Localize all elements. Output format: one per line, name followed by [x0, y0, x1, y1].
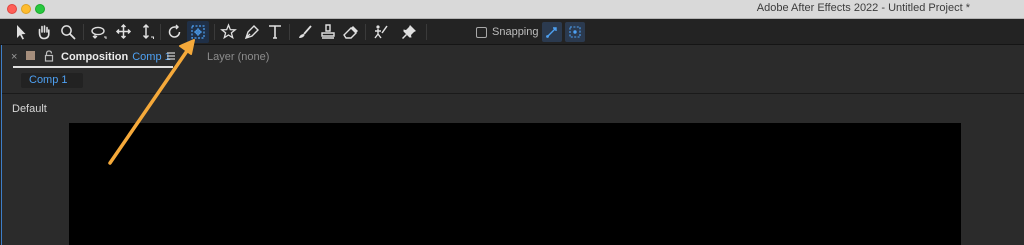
lock-icon[interactable]: [44, 50, 54, 62]
view-label: Default: [12, 103, 47, 115]
brush-tool[interactable]: [294, 21, 316, 43]
type-tool[interactable]: [264, 21, 286, 43]
comp-color-swatch: [26, 51, 35, 60]
clone-stamp-tool[interactable]: [317, 21, 339, 43]
toolbar-separator: [426, 24, 427, 40]
toolbar-separator: [83, 24, 84, 40]
zoom-tool[interactable]: [57, 21, 79, 43]
stamp-icon: [321, 24, 335, 39]
snapping-label: Snapping: [492, 26, 539, 38]
close-tab-icon[interactable]: ×: [11, 51, 17, 63]
orbit-camera-tool[interactable]: [88, 21, 110, 43]
pan-behind-tool[interactable]: [187, 21, 209, 43]
active-tab-indicator: [13, 66, 173, 68]
snap-features-button[interactable]: [565, 22, 585, 42]
comp-breadcrumb[interactable]: Comp 1: [21, 73, 83, 88]
window-title: Adobe After Effects 2022 - Untitled Proj…: [756, 2, 970, 14]
pen-tool[interactable]: [241, 21, 263, 43]
layer-tab[interactable]: Layer (none): [207, 51, 269, 63]
dolly-icon: [142, 23, 154, 40]
roto-icon: [374, 25, 388, 39]
brush-icon: [299, 25, 312, 38]
dolly-camera-tool[interactable]: [136, 21, 158, 43]
hand-tool[interactable]: [33, 21, 55, 43]
magnifier-icon: [61, 25, 76, 40]
composition-tab[interactable]: Composition Comp 1: [61, 51, 171, 63]
snapping-checkbox[interactable]: [476, 26, 487, 38]
snap-edges-button[interactable]: [542, 22, 562, 42]
toolbar-separator: [365, 24, 366, 40]
move-icon: [115, 23, 132, 40]
selection-tool[interactable]: [10, 21, 32, 43]
composition-tab-label: Composition: [61, 51, 129, 63]
composition-tab-comp-name: Comp 1: [132, 51, 171, 63]
hand-icon: [38, 25, 50, 40]
composition-navigator: Comp 1: [2, 69, 1024, 94]
text-icon: [269, 25, 281, 39]
rotation-tool[interactable]: [164, 21, 186, 43]
rotate-icon: [168, 24, 181, 38]
anchor-point-icon: [191, 25, 205, 39]
pan-camera-tool[interactable]: [113, 21, 135, 43]
puppet-pin-tool[interactable]: [398, 21, 420, 43]
toolbar-separator: [160, 24, 161, 40]
orbit-icon: [91, 26, 107, 39]
pen-icon: [244, 25, 259, 40]
window-titlebar: Adobe After Effects 2022 - Untitled Proj…: [0, 0, 1024, 19]
tools-toolbar: Snapping: [0, 19, 1024, 45]
pin-icon: [401, 25, 416, 40]
panel-tab-row: × Composition Comp 1 Layer (none): [2, 45, 1024, 69]
arrow-icon: [17, 25, 26, 40]
snapping-toggle[interactable]: Snapping: [476, 24, 539, 40]
toolbar-separator: [289, 24, 290, 40]
panel-menu-icon[interactable]: [166, 51, 176, 61]
composition-canvas[interactable]: [69, 123, 961, 245]
star-icon: [220, 23, 237, 40]
eraser-tool[interactable]: [340, 21, 362, 43]
toolbar-separator: [214, 24, 215, 40]
roto-brush-tool[interactable]: [370, 21, 392, 43]
eraser-icon: [343, 26, 358, 39]
composition-viewer[interactable]: Default: [2, 94, 1024, 245]
composition-panel: × Composition Comp 1 Layer (none) Comp 1 …: [1, 45, 1024, 245]
snap-edge-icon: [546, 27, 557, 38]
snap-target-icon: [569, 26, 581, 38]
shape-tool[interactable]: [218, 21, 240, 43]
